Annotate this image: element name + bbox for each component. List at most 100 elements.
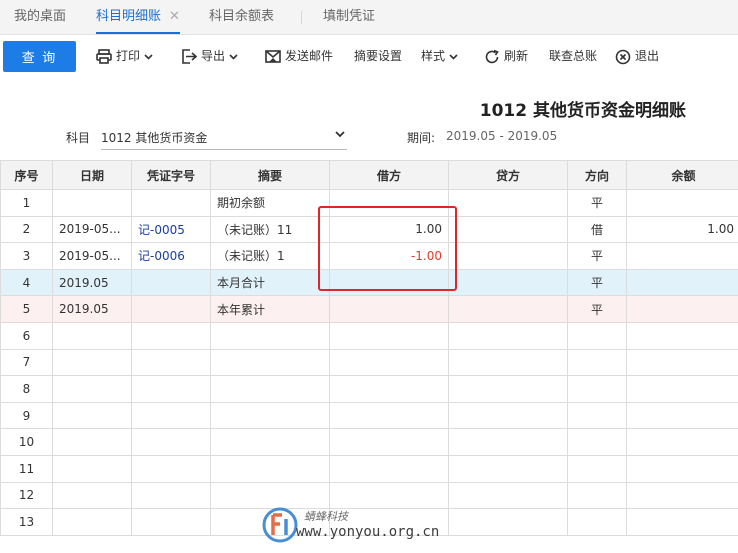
summary-settings-label: 摘要设置 [354,49,403,63]
table-row[interactable]: 11 [0,454,738,483]
cell-direction: 借 [567,215,627,244]
export-icon [182,49,198,64]
cell-debit: 1.00 [329,215,449,244]
cell-voucher [131,454,211,483]
table-row[interactable]: 7 [0,348,738,377]
cell-balance [626,268,738,297]
print-icon [96,49,112,64]
watermark: 蜻蜂科技 www.yonyou.org.cn [262,503,482,549]
exit-label: 退出 [635,49,660,63]
cell-voucher [131,481,211,510]
table-row[interactable]: 3 2019-05... 记-0006 （未记账）1 -1.00 平 [0,242,738,270]
tab-desktop[interactable]: 我的桌面 [14,0,66,34]
cell-credit [448,321,568,350]
cell-voucher[interactable] [131,189,211,217]
cell-balance [626,242,738,270]
cell-date: 2019-05... [52,242,132,270]
cell-voucher [131,321,211,350]
subject-select[interactable]: 1012 其他货币资金 [101,123,347,150]
cell-date [52,189,132,217]
cell-no: 2 [0,215,53,244]
table-row[interactable]: 2 2019-05... 记-0005 （未记账）11 1.00 借 1.00 [0,215,738,244]
cell-balance [626,295,738,323]
toolbar: 查 询 打印 导出 发送邮件 摘要设置 样式 刷新 联查总账 退出 [0,35,738,81]
cell-date [52,428,132,456]
style-label: 样式 [421,49,446,63]
cell-no: 4 [0,268,53,297]
cell-date [52,321,132,350]
cell-balance [626,321,738,350]
cell-direction: 平 [567,268,627,297]
cell-voucher[interactable]: 记-0005 [131,215,211,244]
refresh-button[interactable]: 刷新 [484,41,528,72]
tab-label: 填制凭证 [323,9,376,24]
header-summary: 摘要 [210,160,330,190]
cell-credit [448,242,568,270]
tab-subject-balance[interactable]: 科目余额表 [209,0,274,34]
tab-fill-voucher[interactable]: 填制凭证 [323,0,375,34]
header-direction: 方向 [567,160,627,190]
cell-voucher[interactable]: 记-0006 [131,242,211,270]
cell-no: 3 [0,242,53,270]
table-row[interactable]: 6 [0,321,738,350]
cell-summary: 期初余额 [210,189,330,217]
cell-direction [567,428,627,456]
cell-debit [329,401,449,430]
cell-voucher [131,508,211,536]
header-credit: 贷方 [448,160,568,190]
exit-icon [615,49,631,64]
cell-no: 5 [0,295,53,323]
cell-summary: （未记账）11 [210,215,330,244]
cell-date [52,508,132,536]
send-mail-button[interactable]: 发送邮件 [265,41,333,72]
cell-credit [448,348,568,377]
chevron-down-icon [229,53,238,60]
cell-balance [626,454,738,483]
cell-debit [329,189,449,217]
summary-settings-button[interactable]: 摘要设置 [354,41,402,72]
header-date: 日期 [52,160,132,190]
table-row-year-total[interactable]: 5 2019.05 本年累计 平 [0,295,738,323]
cell-credit [448,295,568,323]
refresh-label: 刷新 [504,49,529,63]
table-row[interactable]: 1 期初余额 平 [0,189,738,217]
cell-date [52,348,132,377]
exit-button[interactable]: 退出 [615,41,659,72]
tab-divider [301,11,302,24]
cell-no: 7 [0,348,53,377]
table-row-month-total[interactable]: 4 2019.05 本月合计 平 [0,268,738,297]
cell-direction: 平 [567,189,627,217]
cell-balance [626,348,738,377]
query-ledger-button[interactable]: 联查总账 [549,41,597,72]
report-title: 1012 其他货币资金明细账 [479,101,686,121]
style-button[interactable]: 样式 [421,41,462,72]
cell-direction: 平 [567,242,627,270]
cell-date: 2019-05... [52,215,132,244]
cell-credit [448,268,568,297]
close-icon[interactable]: ✕ [169,9,180,24]
cell-debit: -1.00 [329,242,449,270]
table-row[interactable]: 9 [0,401,738,430]
cell-voucher [131,295,211,323]
cell-direction [567,348,627,377]
tab-subject-detail-ledger[interactable]: 科目明细账 ✕ [96,0,180,34]
cell-direction [567,481,627,510]
print-button[interactable]: 打印 [96,41,157,72]
chevron-down-icon [144,53,153,60]
cell-debit [329,375,449,403]
cell-credit [448,189,568,217]
cell-direction [567,375,627,403]
table-row[interactable]: 8 [0,375,738,403]
header-voucher: 凭证字号 [131,160,211,190]
export-button[interactable]: 导出 [181,41,242,72]
table-row[interactable]: 10 [0,428,738,456]
query-button[interactable]: 查 询 [3,41,76,72]
table-header-row: 序号 日期 凭证字号 摘要 借方 贷方 方向 余额 [0,160,738,190]
cell-summary [210,401,330,430]
cell-balance [626,481,738,510]
refresh-icon [485,49,499,63]
print-label: 打印 [116,49,141,63]
cell-no: 8 [0,375,53,403]
cell-summary: 本月合计 [210,268,330,297]
cell-credit [448,375,568,403]
